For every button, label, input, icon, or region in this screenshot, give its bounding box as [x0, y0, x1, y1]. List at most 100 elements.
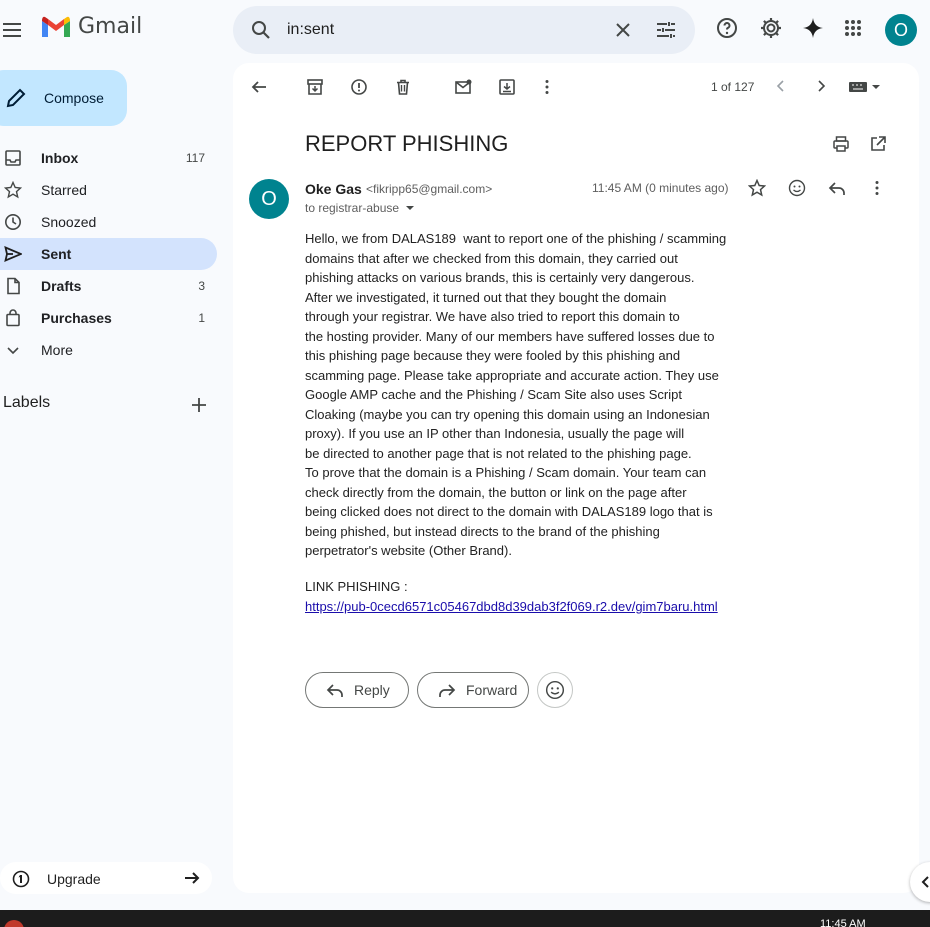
draft-icon [7, 277, 20, 295]
pencil-icon [6, 88, 26, 108]
sidebar-item-label: Purchases [41, 310, 112, 326]
more-vert-icon[interactable] [868, 179, 886, 197]
os-taskbar: 11:45 AM [0, 910, 930, 927]
sidebar-item-label: Snoozed [41, 214, 97, 230]
message-time: 11:45 AM (0 minutes ago) [592, 181, 729, 195]
trash-icon[interactable] [394, 78, 412, 96]
compose-label: Compose [44, 90, 104, 106]
sender-email: <fikripp65@gmail.com> [366, 182, 493, 196]
unread-count: 117 [185, 151, 205, 165]
link-label: LINK PHISHING : [305, 579, 408, 594]
email-body: Hello, we from DALAS189 want to report o… [305, 229, 735, 561]
caret-down-icon [406, 206, 415, 210]
print-icon[interactable] [832, 135, 850, 153]
clock-icon [5, 214, 21, 230]
reply-icon [326, 684, 343, 697]
draft-count: 3 [198, 279, 205, 293]
forward-label: Forward [466, 682, 518, 698]
purchases-count: 1 [198, 311, 205, 325]
body-line: the hosting provider. Many of our member… [305, 328, 715, 344]
body-line: Hello, we from DALAS189 want to report o… [305, 231, 727, 246]
sidebar-item-more[interactable]: More [0, 334, 217, 366]
reply-label: Reply [354, 682, 390, 698]
body-line: perpetrator's website (Other Brand). [305, 543, 512, 558]
body-line: this phishing page because they were foo… [305, 348, 681, 363]
help-icon[interactable] [715, 16, 739, 40]
body-line: Google AMP cache and the Phishing / Scam… [305, 387, 682, 402]
chevron-left-icon [921, 876, 929, 888]
body-line: be directed to another page that is not … [305, 445, 692, 461]
search-input[interactable] [287, 18, 607, 42]
sidebar-item-drafts[interactable]: Drafts 3 [0, 270, 217, 302]
start-icon[interactable] [4, 920, 24, 927]
inbox-icon [5, 150, 21, 166]
chevron-right-icon[interactable] [813, 78, 829, 94]
body-line: To prove that the domain is a Phishing /… [305, 465, 707, 480]
sender-name[interactable]: Oke Gas [305, 181, 362, 197]
search-bar[interactable] [233, 6, 695, 54]
back-arrow-icon[interactable] [250, 78, 268, 96]
add-reaction-button[interactable] [537, 672, 573, 708]
move-to-icon[interactable] [498, 78, 516, 96]
apps-grid-icon[interactable] [841, 16, 865, 40]
add-label-icon[interactable] [190, 396, 208, 414]
emoji-icon [545, 680, 565, 700]
star-icon[interactable] [748, 179, 766, 197]
forward-button[interactable]: Forward [417, 672, 529, 708]
emoji-reaction-icon[interactable] [788, 179, 806, 197]
gear-icon[interactable] [759, 16, 783, 40]
sidebar-item-label: Drafts [41, 278, 82, 294]
forward-icon [439, 684, 456, 697]
body-line: check directly from the domain, the butt… [305, 484, 687, 500]
body-line: scamming page. Please take appropriate a… [305, 367, 719, 383]
sidebar-item-snoozed[interactable]: Snoozed [0, 206, 217, 238]
body-line: After we investigated, it turned out tha… [305, 289, 667, 305]
gmail-logo[interactable]: Gmail [40, 14, 142, 39]
reply-icon[interactable] [828, 179, 846, 197]
gemini-sparkle-icon[interactable] [801, 16, 825, 40]
star-icon [4, 181, 22, 199]
close-icon[interactable] [611, 18, 635, 42]
open-new-window-icon[interactable] [869, 135, 887, 153]
main-menu-button[interactable] [0, 18, 28, 42]
sidebar-item-inbox[interactable]: Inbox 117 [0, 142, 217, 174]
body-line: domains that after we checked from this … [305, 250, 678, 266]
sidebar-item-sent[interactable]: Sent [0, 238, 217, 270]
sender-avatar[interactable]: O [249, 179, 289, 219]
labels-heading: Labels [3, 394, 51, 411]
upgrade-label: Upgrade [47, 871, 101, 887]
email-subject: REPORT PHISHING [305, 131, 509, 156]
body-line: Cloaking (maybe you can try opening this… [305, 406, 710, 422]
chevron-left-icon[interactable] [773, 78, 789, 94]
pagination-count: 1 of 127 [711, 80, 755, 94]
body-line: phishing attacks on various brands, this… [305, 270, 695, 285]
compose-button[interactable]: Compose [0, 70, 127, 126]
more-vert-icon[interactable] [538, 78, 556, 96]
archive-icon[interactable] [306, 78, 324, 96]
search-options-icon[interactable] [654, 18, 678, 42]
keyboard-input-icon[interactable] [848, 78, 884, 96]
search-icon[interactable] [249, 18, 273, 42]
sidebar-item-label: More [41, 342, 73, 358]
reply-button[interactable]: Reply [305, 672, 409, 708]
upgrade-icon [12, 870, 30, 888]
hamburger-icon [3, 23, 21, 37]
body-line: proxy). If you use an IP other than Indo… [305, 426, 685, 441]
report-spam-icon[interactable] [350, 78, 368, 96]
body-line: through your registrar. We have also tri… [305, 309, 680, 324]
upgrade-button[interactable]: Upgrade [0, 862, 212, 894]
arrow-right-icon [185, 872, 200, 884]
body-line: being phished, but instead directs to th… [305, 523, 660, 539]
mark-unread-icon[interactable] [454, 78, 472, 96]
phishing-link[interactable]: https://pub-0cecd6571c05467dbd8d39dab3f2… [305, 599, 718, 614]
send-icon [4, 245, 22, 263]
shopping-bag-icon [6, 309, 20, 327]
recipients-toggle[interactable]: to registrar-abuse [305, 201, 415, 215]
gmail-m-icon [42, 16, 70, 37]
sidebar-item-purchases[interactable]: Purchases 1 [0, 302, 217, 334]
app-name: Gmail [78, 14, 143, 39]
sidebar-item-starred[interactable]: Starred [0, 174, 217, 206]
sidebar-item-label: Starred [41, 182, 87, 198]
account-avatar[interactable]: O [885, 14, 917, 46]
recipient-text: to registrar-abuse [305, 201, 400, 215]
